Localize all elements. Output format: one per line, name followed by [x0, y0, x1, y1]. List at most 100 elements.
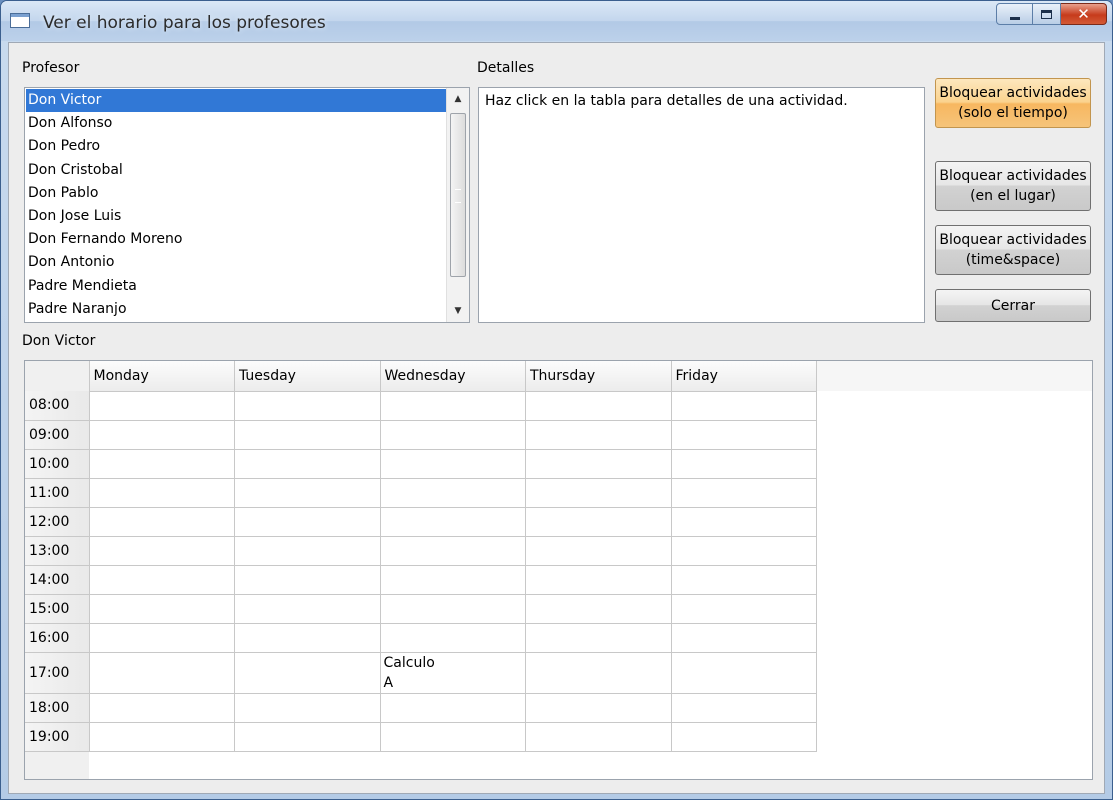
minimize-button[interactable] [996, 3, 1033, 25]
close-window-button[interactable]: ✕ [1061, 3, 1107, 25]
timetable-cell[interactable] [89, 722, 235, 752]
timetable-cell[interactable] [671, 507, 817, 537]
timetable-cell[interactable] [671, 652, 817, 694]
timetable-cell[interactable] [671, 478, 817, 508]
scroll-thumb[interactable] [450, 113, 466, 277]
scroll-up-icon[interactable]: ▲ [447, 88, 469, 110]
professor-list-item[interactable]: Padre Mendieta [26, 275, 446, 298]
professor-list-item[interactable]: Don Alfonso [26, 112, 446, 135]
professor-list-item[interactable]: Don Pablo [26, 182, 446, 205]
time-header[interactable]: 13:00 [25, 536, 90, 566]
timetable-cell[interactable] [671, 565, 817, 595]
day-header-thursday[interactable]: Thursday [525, 361, 672, 392]
timetable-cell[interactable] [89, 507, 235, 537]
timetable-cell[interactable] [234, 722, 381, 752]
professor-list-item[interactable]: Padre Naranjo [26, 298, 446, 321]
timetable-cell[interactable] [234, 449, 381, 479]
lock-timespace-button[interactable]: Bloquear actividades (time&space) [935, 225, 1091, 275]
time-header[interactable]: 12:00 [25, 507, 90, 537]
lock-time-button[interactable]: Bloquear actividades (solo el tiempo) [935, 78, 1091, 128]
time-header[interactable]: 11:00 [25, 478, 90, 508]
timetable-cell[interactable] [89, 536, 235, 566]
timetable-cell[interactable] [380, 449, 526, 479]
timetable-cell[interactable] [89, 565, 235, 595]
day-header-tuesday[interactable]: Tuesday [234, 361, 381, 392]
timetable-cell[interactable] [525, 594, 672, 624]
day-header-wednesday[interactable]: Wednesday [380, 361, 526, 392]
timetable-cell[interactable] [89, 693, 235, 723]
list-scrollbar[interactable]: ▲ ▼ [446, 88, 469, 322]
activity-cell[interactable]: Calculo A [380, 652, 526, 694]
timetable-cell[interactable] [89, 623, 235, 653]
timetable-cell[interactable] [525, 478, 672, 508]
timetable-cell[interactable] [671, 693, 817, 723]
timetable-cell[interactable] [234, 507, 381, 537]
timetable-cell[interactable] [380, 478, 526, 508]
timetable-cell[interactable] [671, 391, 817, 421]
time-header[interactable]: 15:00 [25, 594, 90, 624]
timetable-cell[interactable] [89, 594, 235, 624]
timetable-cell[interactable] [234, 536, 381, 566]
timetable-grid[interactable]: Monday Tuesday Wednesday Thursday Friday 08:… [25, 361, 817, 752]
time-header[interactable]: 17:00 [25, 652, 90, 694]
timetable-cell[interactable] [380, 391, 526, 421]
timetable[interactable]: Monday Tuesday Wednesday Thursday Friday 08:… [24, 360, 1093, 780]
timetable-cell[interactable] [525, 449, 672, 479]
professor-list[interactable]: Don Victor Don Alfonso Don Pedro Don Cristo… [24, 87, 470, 323]
timetable-cell[interactable] [525, 623, 672, 653]
scroll-down-icon[interactable]: ▼ [447, 300, 469, 322]
title-bar[interactable]: Ver el horario para los profesores ✕ [1, 1, 1112, 41]
timetable-cell[interactable] [234, 420, 381, 450]
timetable-cell[interactable] [380, 507, 526, 537]
timetable-cell[interactable] [234, 652, 381, 694]
professor-list-item[interactable]: Don Antonio [26, 251, 446, 274]
time-header[interactable]: 18:00 [25, 693, 90, 723]
timetable-cell[interactable] [525, 507, 672, 537]
time-header[interactable]: 14:00 [25, 565, 90, 595]
timetable-cell[interactable] [671, 594, 817, 624]
timetable-cell[interactable] [234, 693, 381, 723]
professor-list-item[interactable]: Don Cristobal [26, 159, 446, 182]
day-header-friday[interactable]: Friday [671, 361, 817, 392]
time-header[interactable]: 10:00 [25, 449, 90, 479]
timetable-cell[interactable] [671, 449, 817, 479]
timetable-cell[interactable] [525, 420, 672, 450]
timetable-cell[interactable] [380, 565, 526, 595]
lock-space-button[interactable]: Bloquear actividades (en el lugar) [935, 161, 1091, 211]
timetable-cell[interactable] [234, 594, 381, 624]
timetable-cell[interactable] [525, 391, 672, 421]
timetable-cell[interactable] [671, 536, 817, 566]
timetable-cell[interactable] [380, 536, 526, 566]
timetable-cell[interactable] [89, 478, 235, 508]
close-button[interactable]: Cerrar [935, 289, 1091, 322]
timetable-cell[interactable] [234, 623, 381, 653]
timetable-cell[interactable] [380, 623, 526, 653]
timetable-cell[interactable] [525, 722, 672, 752]
timetable-cell[interactable] [380, 594, 526, 624]
time-header[interactable]: 19:00 [25, 722, 90, 752]
timetable-cell[interactable] [89, 449, 235, 479]
timetable-cell[interactable] [525, 536, 672, 566]
timetable-cell[interactable] [380, 722, 526, 752]
professor-list-item[interactable]: Don Victor [26, 89, 446, 113]
maximize-button[interactable] [1033, 3, 1061, 25]
timetable-cell[interactable] [671, 722, 817, 752]
timetable-cell[interactable] [671, 420, 817, 450]
professor-list-item[interactable]: Don Jose Luis [26, 205, 446, 228]
time-header[interactable]: 16:00 [25, 623, 90, 653]
timetable-cell[interactable] [380, 693, 526, 723]
timetable-cell[interactable] [234, 478, 381, 508]
timetable-cell[interactable] [234, 565, 381, 595]
timetable-cell[interactable] [525, 652, 672, 694]
professor-list-item[interactable]: Don Fernando Moreno [26, 228, 446, 251]
timetable-cell[interactable] [380, 420, 526, 450]
professor-list-item[interactable]: Don Pedro [26, 135, 446, 158]
timetable-cell[interactable] [89, 652, 235, 694]
timetable-cell[interactable] [89, 420, 235, 450]
timetable-cell[interactable] [525, 693, 672, 723]
timetable-cell[interactable] [671, 623, 817, 653]
day-header-monday[interactable]: Monday [89, 361, 235, 392]
timetable-cell[interactable] [234, 391, 381, 421]
timetable-cell[interactable] [89, 391, 235, 421]
time-header[interactable]: 08:00 [25, 391, 90, 421]
